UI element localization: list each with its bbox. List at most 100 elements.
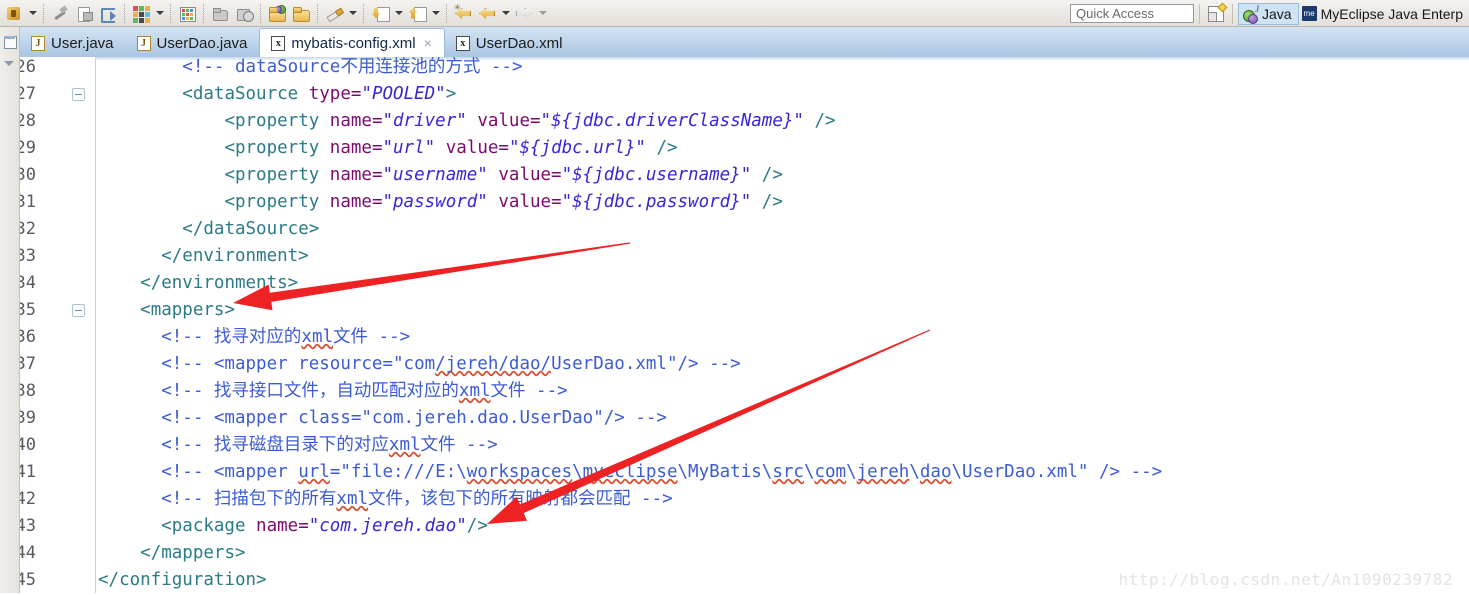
- back-dropdown-button[interactable]: [499, 2, 512, 25]
- code-token-cmt: <!-- 找寻对应的: [161, 327, 302, 347]
- export-button[interactable]: [96, 2, 120, 25]
- editor-tab-label: mybatis-config.xml: [291, 34, 416, 52]
- fold-toggle-icon[interactable]: [72, 88, 85, 101]
- xml-file-icon: x: [455, 36, 470, 51]
- line-number: 43: [20, 516, 36, 536]
- code-token-tag: >: [445, 84, 457, 104]
- code-token-cmt: \: [803, 462, 815, 482]
- forward-dropdown-button[interactable]: [536, 2, 549, 25]
- line-number: 30: [20, 165, 36, 185]
- color-grid-caret-icon: [155, 11, 164, 15]
- view-menu-button[interactable]: [4, 57, 20, 73]
- color-grid-button[interactable]: [129, 2, 153, 25]
- code-line[interactable]: </configuration>: [96, 567, 267, 594]
- quick-access-input[interactable]: Quick Access: [1070, 4, 1195, 23]
- new-file-button[interactable]: [72, 2, 96, 25]
- code-token-val: "driver": [382, 111, 467, 131]
- line-number: 38: [20, 381, 36, 401]
- code-line[interactable]: <!-- 找寻磁盘目录下的对应xml文件 -->: [96, 432, 497, 459]
- upload-dropdown-button[interactable]: [429, 2, 442, 25]
- editor-tab-bar: J User.java J UserDao.java x mybatis-config.x…: [20, 27, 1469, 57]
- code-line[interactable]: <!-- 找寻对应的xml文件 -->: [96, 324, 410, 351]
- editor-tab-userdao-xml[interactable]: x UserDao.xml: [445, 30, 575, 57]
- watermark-text: http://blog.csdn.net/An1090239782: [1118, 570, 1453, 589]
- run-button[interactable]: [2, 2, 26, 25]
- toolbar-separator: [446, 3, 447, 23]
- editor-tab-user-java[interactable]: J User.java: [20, 30, 126, 57]
- download-button[interactable]: [368, 2, 392, 25]
- folder-green-button[interactable]: [265, 2, 289, 25]
- editor-tab-userdao-java[interactable]: J UserDao.java: [126, 30, 260, 57]
- color-grid-dropdown-button[interactable]: [153, 2, 166, 25]
- refresh-button[interactable]: [232, 2, 256, 25]
- back-sparkle-button[interactable]: ✳: [451, 2, 475, 25]
- code-token-tag: <property: [224, 138, 330, 158]
- open-type-button[interactable]: [208, 2, 232, 25]
- perspective-grid-group: [175, 0, 199, 26]
- code-line[interactable]: <property name="url" value="${jdbc.url}"…: [96, 135, 677, 162]
- code-token-cmt: 文件 -->: [490, 381, 568, 401]
- upload-button[interactable]: [405, 2, 429, 25]
- code-token-val: "${jdbc.username}": [561, 165, 752, 185]
- code-line[interactable]: <!-- 找寻接口文件，自动匹配对应的xml文件 -->: [96, 378, 568, 405]
- code-line[interactable]: </dataSource>: [96, 216, 319, 243]
- code-line[interactable]: <property name="driver" value="${jdbc.dr…: [96, 108, 835, 135]
- perspective-grid-button[interactable]: [175, 2, 199, 25]
- run-dropdown-button[interactable]: [26, 2, 39, 25]
- code-line[interactable]: <!-- 扫描包下的所有xml文件，该包下的所有映射都会匹配 -->: [96, 486, 672, 513]
- code-editor[interactable]: 26 27 28 29 30 31 32 33 34 35 36 37 38 39 40 41 42 43 44 45…: [20, 57, 1469, 595]
- editor-tab-mybatis-config-xml[interactable]: x mybatis-config.xml ×: [259, 28, 445, 57]
- forward-button[interactable]: [512, 2, 536, 25]
- toolbar-separator: [363, 3, 364, 23]
- code-token-tag: </dataSource>: [182, 219, 320, 239]
- code-line[interactable]: <package name="com.jereh.dao"/>: [96, 513, 488, 540]
- perspective-java-label: Java: [1262, 5, 1292, 22]
- back-button[interactable]: [475, 2, 499, 25]
- fold-toggle-icon[interactable]: [72, 304, 85, 317]
- line-number: 40: [20, 435, 36, 455]
- line-number-gutter[interactable]: 26 27 28 29 30 31 32 33 34 35 36 37 38 39 40 41 42 43 44 45: [20, 57, 96, 595]
- code-content[interactable]: <!-- dataSource不用连接池的方式 --> <dataSource …: [96, 57, 1469, 595]
- navigation-group: ✳: [451, 0, 549, 26]
- build-hammer-icon: [51, 5, 69, 22]
- code-token-squig: myeclipse: [582, 462, 678, 482]
- pen-caret-icon: [348, 11, 357, 15]
- java-file-icon: J: [136, 36, 151, 51]
- download-dropdown-button[interactable]: [392, 2, 405, 25]
- code-token-attr: name=: [256, 516, 309, 536]
- code-line[interactable]: </environments>: [96, 270, 298, 297]
- code-token-cmt: <!--: [182, 57, 235, 77]
- code-token-squig: com: [814, 462, 847, 482]
- perspective-myeclipse-button[interactable]: me MyEclipse Java Enterp: [1299, 3, 1469, 25]
- build-button[interactable]: [48, 2, 72, 25]
- code-line[interactable]: <property name="password" value="${jdbc.…: [96, 189, 782, 216]
- code-line[interactable]: </environment>: [96, 243, 309, 270]
- pen-button[interactable]: [322, 2, 346, 25]
- code-line[interactable]: <!-- <mapper url="file:///E:\workspaces\…: [96, 459, 1162, 486]
- code-line[interactable]: <!-- dataSource不用连接池的方式 -->: [96, 57, 522, 78]
- code-token-cmt: \: [846, 462, 857, 482]
- code-line[interactable]: <!-- <mapper resource="com/jereh/dao/Use…: [96, 351, 741, 378]
- open-perspective-button[interactable]: [1205, 2, 1228, 24]
- code-token-val: "${jdbc.driverClassName}": [540, 111, 804, 131]
- code-token-attr: value=: [487, 192, 562, 212]
- folder-open-button[interactable]: [289, 2, 313, 25]
- code-token-attr: value=: [487, 165, 562, 185]
- perspective-java-button[interactable]: J Java: [1238, 2, 1299, 25]
- editor-tab-label: User.java: [51, 35, 114, 52]
- tab-close-icon[interactable]: ×: [424, 36, 432, 50]
- code-token-tag: <package: [161, 516, 257, 536]
- code-line[interactable]: <!-- <mapper class="com.jereh.dao.UserDa…: [96, 405, 667, 432]
- code-line[interactable]: </mappers>: [96, 540, 245, 567]
- restore-view-button[interactable]: [2, 34, 18, 50]
- code-line[interactable]: <property name="username" value="${jdbc.…: [96, 162, 783, 189]
- code-line[interactable]: <dataSource type="POOLED">: [96, 81, 456, 108]
- code-line[interactable]: <mappers>: [96, 297, 235, 324]
- pen-dropdown-button[interactable]: [346, 2, 359, 25]
- code-token-tag: />: [751, 165, 783, 185]
